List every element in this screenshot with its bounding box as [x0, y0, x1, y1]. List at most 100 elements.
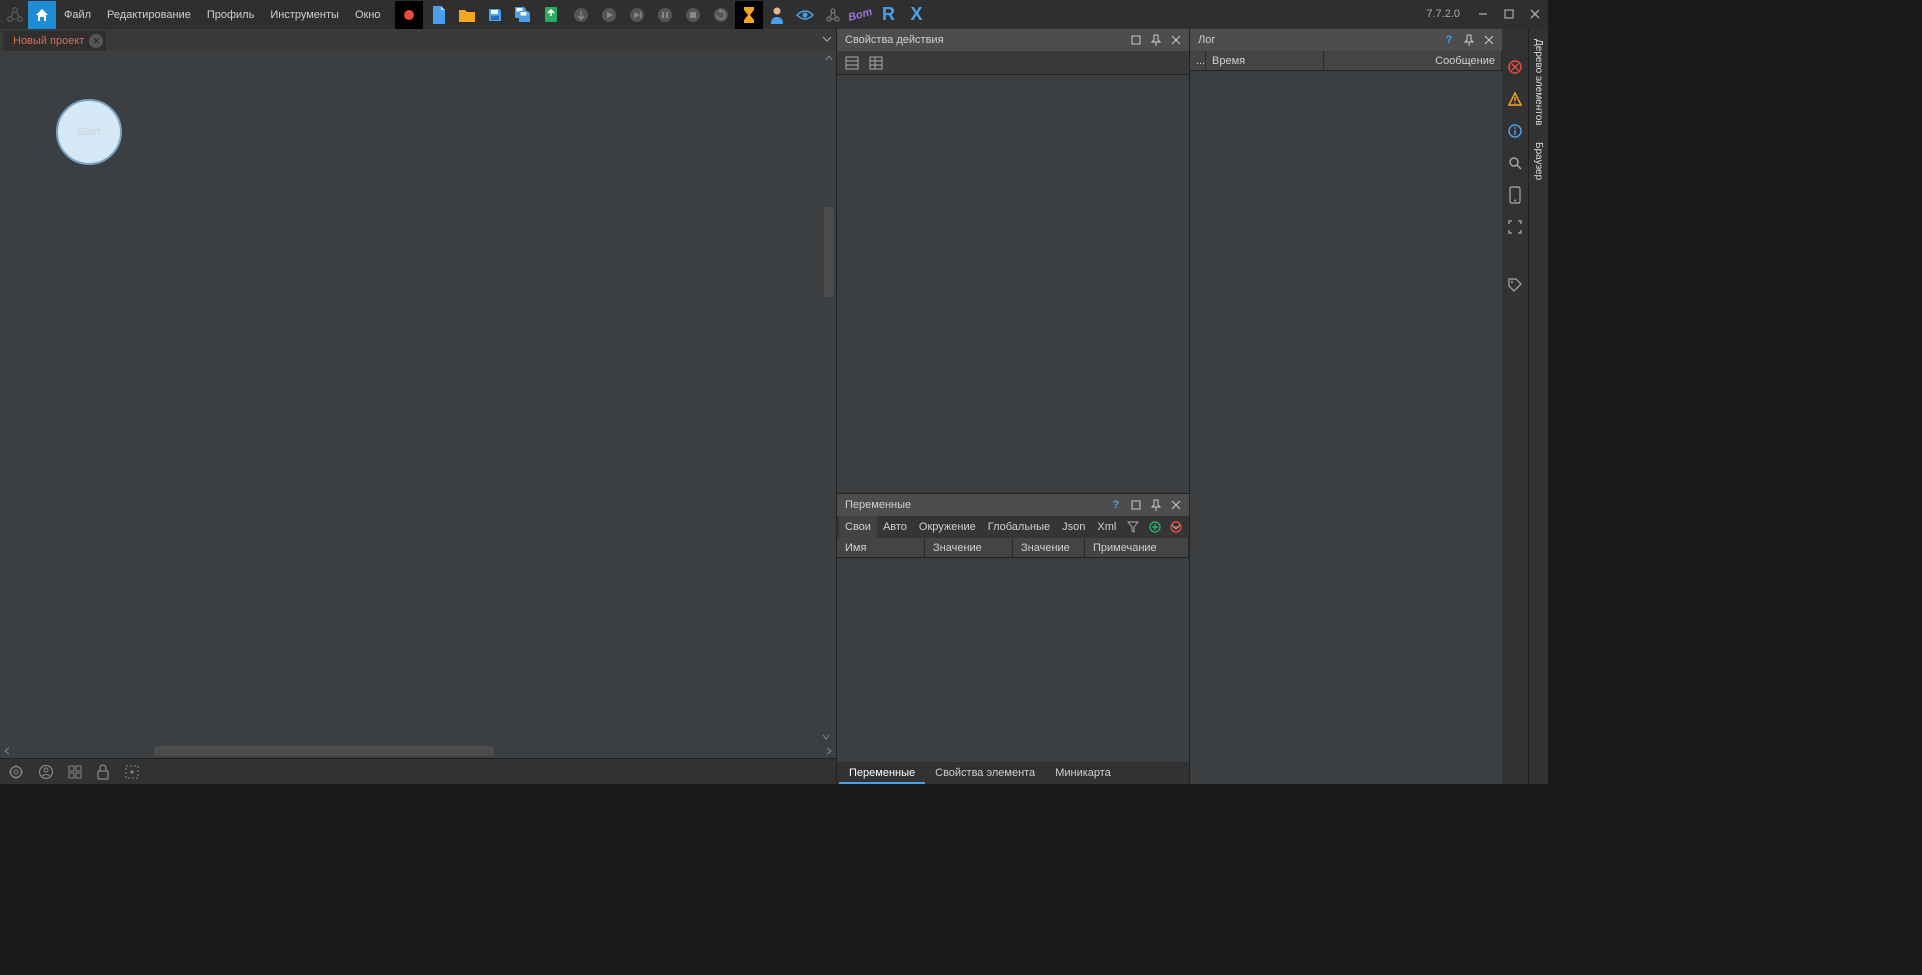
menu-window[interactable]: Окно: [347, 1, 389, 29]
bottom-tab-variables[interactable]: Переменные: [839, 762, 925, 784]
x-button[interactable]: X: [903, 1, 931, 29]
window-close-button[interactable]: [1522, 0, 1548, 28]
start-node[interactable]: Start: [56, 99, 122, 165]
scroll-right-icon[interactable]: [822, 747, 836, 755]
nodes-button[interactable]: [819, 1, 847, 29]
log-error-icon[interactable]: [1505, 57, 1525, 77]
right-column: Свойства действия Переменные ?: [836, 29, 1189, 784]
user-button[interactable]: [763, 1, 791, 29]
toolbar: Bom R X: [395, 1, 931, 29]
gear-icon[interactable]: [8, 764, 24, 780]
horizontal-scrollbar[interactable]: [0, 744, 836, 758]
step-over-button[interactable]: [623, 1, 651, 29]
vars-col-name[interactable]: Имя: [837, 538, 925, 557]
log-device-icon[interactable]: [1505, 185, 1525, 205]
open-folder-button[interactable]: [453, 1, 481, 29]
vars-close-icon[interactable]: [1167, 496, 1185, 514]
stop-button[interactable]: [679, 1, 707, 29]
log-warning-icon[interactable]: [1505, 89, 1525, 109]
eye-button[interactable]: [791, 1, 819, 29]
bottom-tab-element-props[interactable]: Свойства элемента: [925, 762, 1045, 784]
panel-close-icon[interactable]: [1167, 31, 1185, 49]
new-file-button[interactable]: [425, 1, 453, 29]
log-fullscreen-icon[interactable]: [1505, 217, 1525, 237]
fit-icon[interactable]: [124, 764, 140, 780]
step-into-button[interactable]: [567, 1, 595, 29]
menu-profile[interactable]: Профиль: [199, 1, 263, 29]
panel-pin-icon[interactable]: [1147, 31, 1165, 49]
menu-tools[interactable]: Инструменты: [262, 1, 347, 29]
save-all-button[interactable]: [509, 1, 537, 29]
vars-tab-global[interactable]: Глобальные: [982, 516, 1056, 538]
scroll-down-icon[interactable]: [822, 730, 830, 744]
timer-button[interactable]: [735, 1, 763, 29]
vars-pin-icon[interactable]: [1147, 496, 1165, 514]
tab-close-icon[interactable]: ✕: [89, 34, 103, 48]
menu-file[interactable]: Файл: [56, 1, 99, 29]
save-button[interactable]: [481, 1, 509, 29]
log-pin-icon[interactable]: [1460, 31, 1478, 49]
variables-body: [837, 558, 1189, 762]
log-tag-icon[interactable]: [1505, 275, 1525, 295]
scroll-track[interactable]: [822, 65, 836, 730]
edge-tab-tree[interactable]: Дерево элементов: [1533, 35, 1544, 130]
scroll-thumb[interactable]: [824, 207, 834, 297]
user-status-icon[interactable]: [38, 764, 54, 780]
edge-tab-browser[interactable]: Браузер: [1533, 138, 1544, 184]
vars-tab-auto[interactable]: Авто: [877, 516, 913, 538]
vars-tab-xml[interactable]: Xml: [1091, 516, 1122, 538]
properties-panel: Свойства действия: [837, 29, 1189, 493]
boom-button[interactable]: Bom: [847, 1, 875, 29]
vertical-scrollbar[interactable]: [822, 51, 836, 744]
vars-tab-json[interactable]: Json: [1056, 516, 1091, 538]
vars-add-icon[interactable]: [1144, 516, 1166, 538]
play-button[interactable]: [595, 1, 623, 29]
props-view-category-icon[interactable]: [843, 54, 861, 72]
grid-icon[interactable]: [68, 765, 82, 779]
vars-tab-env[interactable]: Окружение: [913, 516, 982, 538]
log-info-icon[interactable]: [1505, 121, 1525, 141]
log-col-time[interactable]: Время: [1206, 51, 1324, 70]
vars-col-value-p[interactable]: Значение п...: [1013, 538, 1085, 557]
statusbar: [0, 758, 836, 784]
properties-title: Свойства действия: [841, 34, 1125, 46]
log-search-icon[interactable]: [1505, 153, 1525, 173]
vars-tab-own[interactable]: Свои: [839, 516, 877, 538]
variables-columns: Имя Значение Значение п... Примечание: [837, 538, 1189, 558]
menu-edit[interactable]: Редактирование: [99, 1, 199, 29]
scroll-left-icon[interactable]: [0, 747, 14, 755]
window-maximize-button[interactable]: [1496, 0, 1522, 28]
home-button[interactable]: [28, 1, 56, 29]
vars-filter-icon[interactable]: [1122, 516, 1144, 538]
log-header: Лог ?: [1190, 29, 1502, 51]
log-col-msg[interactable]: Сообщение: [1324, 51, 1502, 70]
edge-tabs: Дерево элементов Браузер: [1528, 29, 1548, 784]
tab-dropdown-icon[interactable]: [820, 32, 834, 46]
props-view-alpha-icon[interactable]: [867, 54, 885, 72]
vars-col-value[interactable]: Значение: [925, 538, 1013, 557]
vars-col-note[interactable]: Примечание: [1085, 538, 1189, 557]
pause-button[interactable]: [651, 1, 679, 29]
vars-help-icon[interactable]: ?: [1107, 496, 1125, 514]
bottom-tab-minimap[interactable]: Миникарта: [1045, 762, 1121, 784]
export-button[interactable]: [537, 1, 565, 29]
scroll-up-icon[interactable]: [822, 51, 836, 65]
log-help-icon[interactable]: ?: [1440, 31, 1458, 49]
project-tab[interactable]: Новый проект ✕: [3, 31, 106, 51]
properties-toolbar: [837, 51, 1189, 75]
vars-dropdown-icon[interactable]: [1165, 516, 1187, 538]
scroll-track-h[interactable]: [14, 744, 822, 758]
lock-icon[interactable]: [96, 764, 110, 780]
vars-popout-icon[interactable]: [1127, 496, 1145, 514]
window-minimize-button[interactable]: [1470, 0, 1496, 28]
record-button[interactable]: [395, 1, 423, 29]
variables-header: Переменные ?: [837, 494, 1189, 516]
log-col-ellipsis[interactable]: ...: [1190, 51, 1206, 70]
scroll-thumb-h[interactable]: [154, 746, 494, 756]
log-close-icon[interactable]: [1480, 31, 1498, 49]
panel-popout-icon[interactable]: [1127, 31, 1145, 49]
content: Новый проект ✕ Start: [0, 29, 1548, 784]
canvas[interactable]: Start: [0, 51, 836, 744]
r-button[interactable]: R: [875, 1, 903, 29]
restart-button[interactable]: [707, 1, 735, 29]
